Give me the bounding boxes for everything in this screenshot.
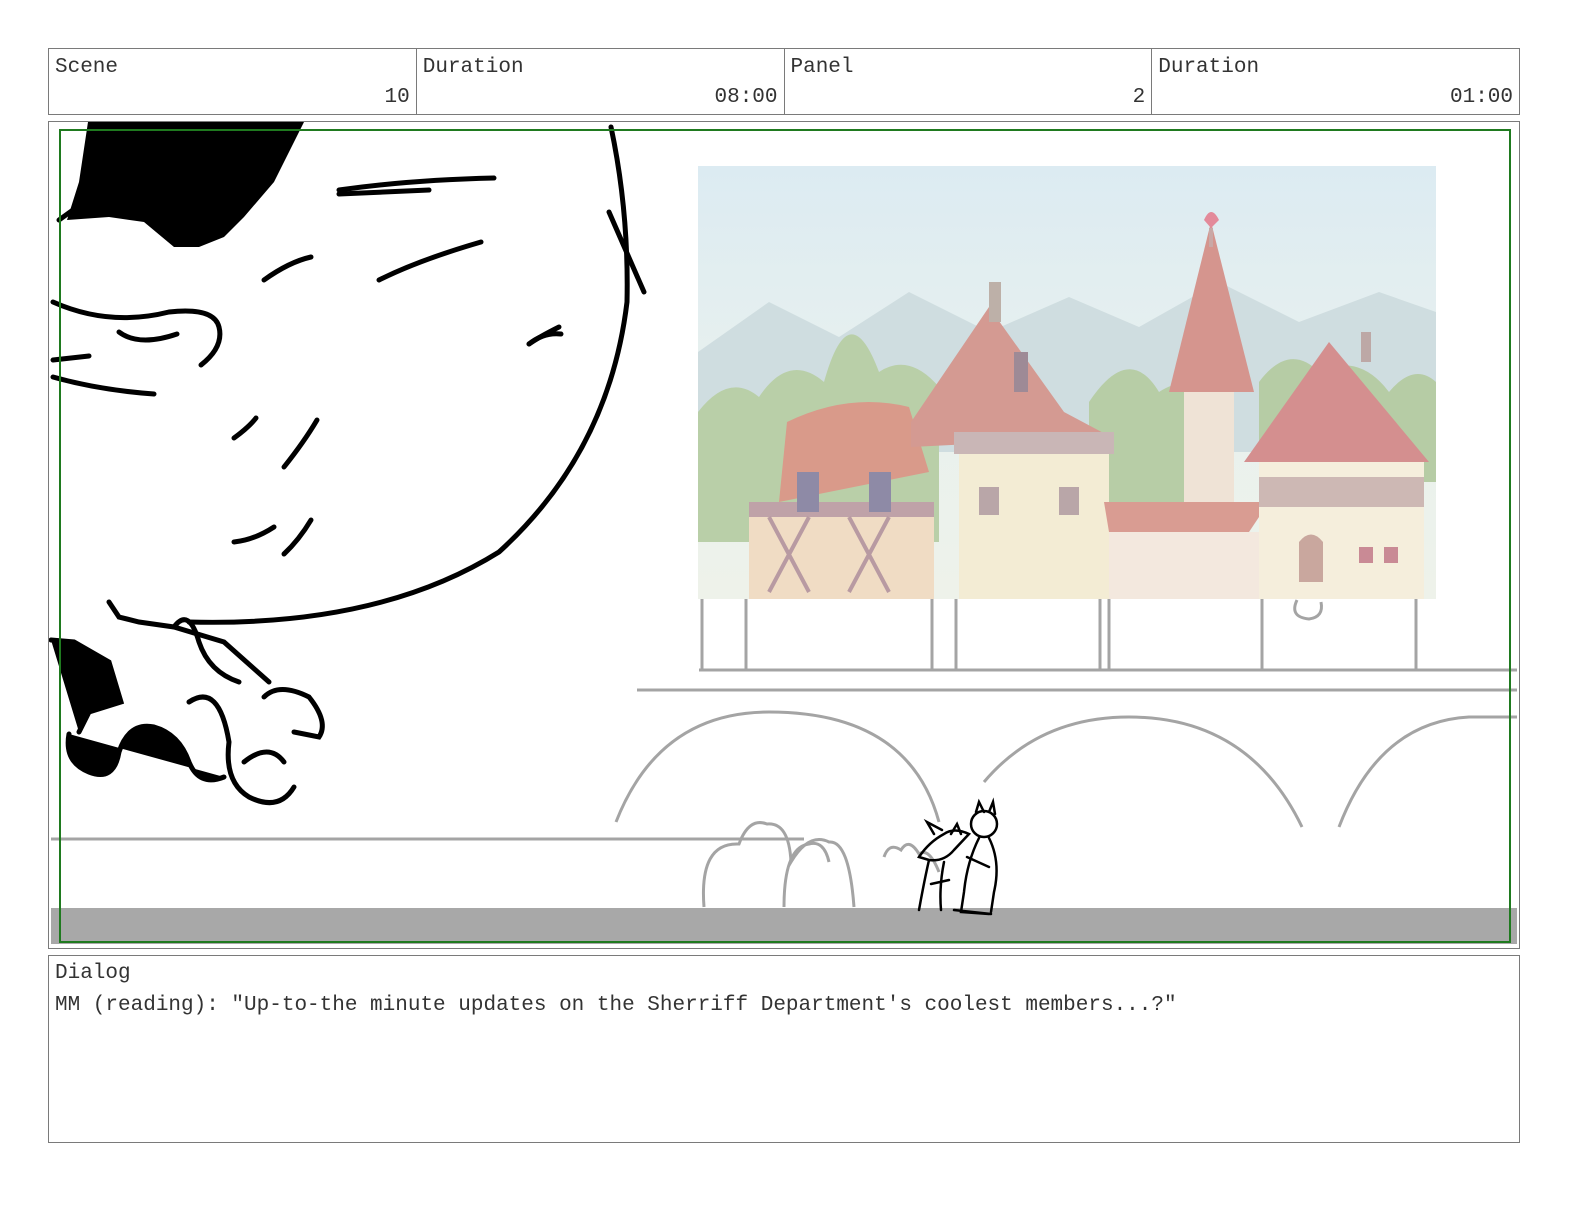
storyboard-panel xyxy=(48,121,1520,949)
dialog-text: MM (reading): "Up-to-the minute updates … xyxy=(55,994,1177,1017)
scene-cell: Scene 10 xyxy=(49,49,417,114)
scene-label: Scene xyxy=(55,56,119,79)
panel-number: 2 xyxy=(1132,86,1146,109)
scene-duration-cell: Duration 08:00 xyxy=(417,49,785,114)
panel-duration-label: Duration xyxy=(1158,56,1260,79)
dialog-label: Dialog xyxy=(55,962,131,985)
ground-band xyxy=(51,908,1517,944)
scene-number: 10 xyxy=(384,86,410,109)
storyboard-header: Scene 10 Duration 08:00 Panel 2 Duration… xyxy=(48,48,1520,115)
scene-duration-value: 08:00 xyxy=(714,86,778,109)
panel-label: Panel xyxy=(790,56,854,79)
panel-duration-cell: Duration 01:00 xyxy=(1152,49,1519,114)
foreground-character-sketch xyxy=(49,122,647,806)
panel-duration-value: 01:00 xyxy=(1449,86,1513,109)
panel-drawing xyxy=(49,122,1517,944)
panel-cell: Panel 2 xyxy=(785,49,1153,114)
scene-duration-label: Duration xyxy=(422,56,524,79)
dialog-box: Dialog MM (reading): "Up-to-the minute u… xyxy=(48,955,1520,1143)
town-background-painting xyxy=(698,166,1436,599)
